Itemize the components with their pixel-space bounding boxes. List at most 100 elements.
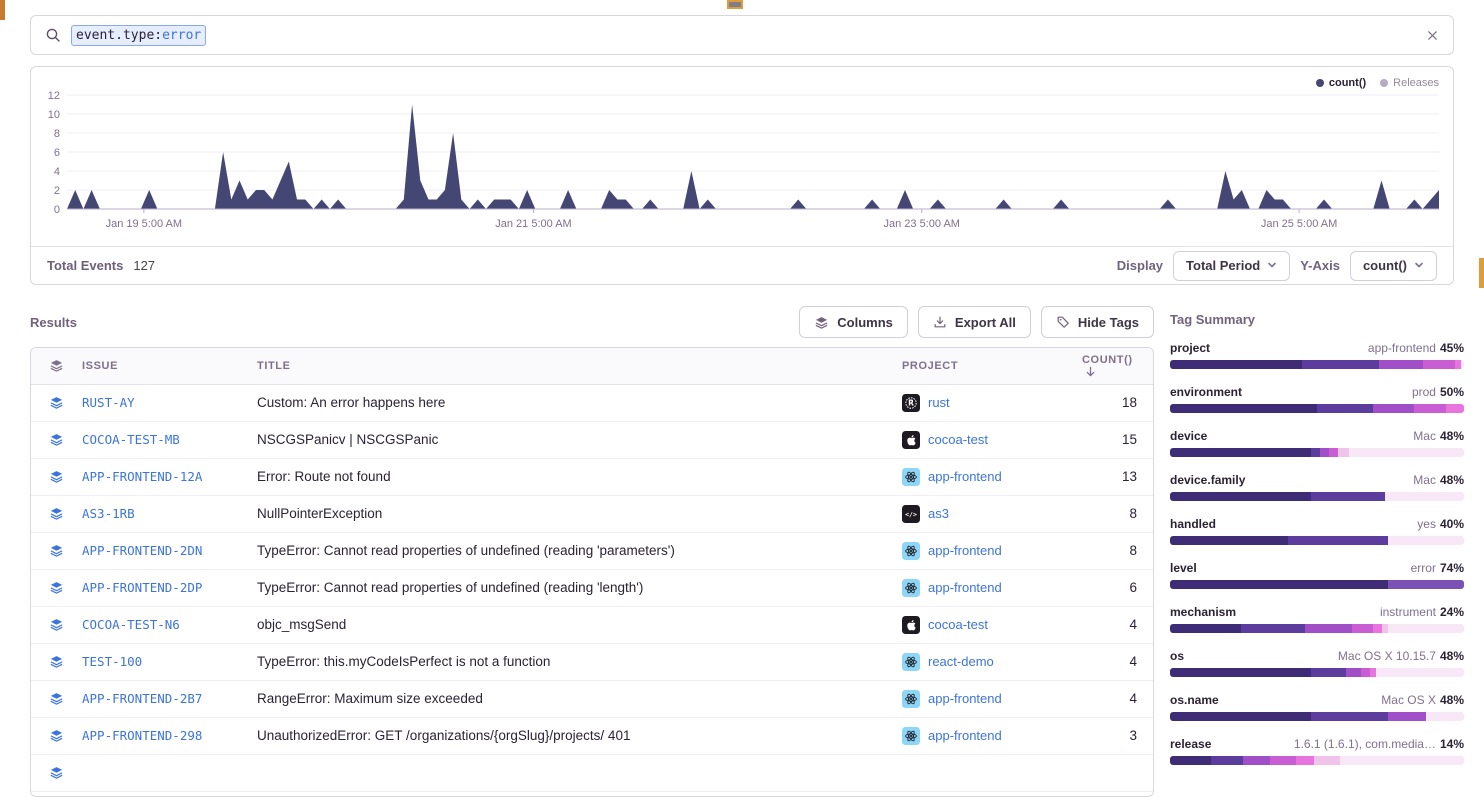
svg-text:</>: </> xyxy=(905,510,917,518)
platform-icon-react xyxy=(902,579,920,597)
clear-search-icon[interactable] xyxy=(1426,29,1439,42)
columns-button[interactable]: Columns xyxy=(799,306,908,338)
event-count: 4 xyxy=(1081,643,1154,680)
export-all-button[interactable]: Export All xyxy=(918,306,1031,338)
tag-distribution-bar[interactable] xyxy=(1170,448,1464,457)
tag-os: osMac OS X 10.15.748% xyxy=(1170,649,1464,677)
tag-distribution-bar[interactable] xyxy=(1170,624,1464,633)
column-header-project[interactable]: PROJECT xyxy=(901,348,1081,384)
project-link[interactable]: app-frontend xyxy=(928,691,1002,706)
table-row: APP-FRONTEND-2DPTypeError: Cannot read p… xyxy=(31,569,1154,606)
tag-top-value: app-frontend45% xyxy=(1368,341,1464,355)
event-count: 8 xyxy=(1081,495,1154,532)
results-table: ISSUE TITLE PROJECT COUNT() RUST-AYCusto… xyxy=(31,348,1154,792)
project-link[interactable]: cocoa-test xyxy=(928,432,988,447)
tag-distribution-bar[interactable] xyxy=(1170,404,1464,413)
tag-distribution-bar[interactable] xyxy=(1170,712,1464,721)
project-link[interactable]: rust xyxy=(928,395,950,410)
tag-key: device xyxy=(1170,429,1207,443)
project-link[interactable]: react-demo xyxy=(928,654,994,669)
svg-text:Jan 19 5:00 AM: Jan 19 5:00 AM xyxy=(106,218,182,230)
issue-stack-icon xyxy=(49,395,64,410)
column-header-title[interactable]: TITLE xyxy=(256,348,901,384)
count-series-dot xyxy=(1316,79,1324,87)
tag-top-value: Mac OS X 10.15.748% xyxy=(1338,649,1464,663)
issue-link[interactable]: APP-FRONTEND-2DP xyxy=(82,580,202,595)
tag-top-percent: 74% xyxy=(1440,561,1464,575)
events-over-time-chart[interactable]: 024681012Jan 19 5:00 AMJan 21 5:00 AMJan… xyxy=(39,87,1445,237)
svg-text:2: 2 xyxy=(54,185,60,197)
tag-distribution-bar[interactable] xyxy=(1170,756,1464,765)
issue-link[interactable]: TEST-100 xyxy=(82,654,142,669)
issue-stack-icon xyxy=(49,469,64,484)
yaxis-dropdown[interactable]: count() xyxy=(1350,251,1437,281)
table-row: APP-FRONTEND-12AError: Route not foundap… xyxy=(31,458,1154,495)
total-events-label: Total Events xyxy=(47,258,123,273)
tag-key: mechanism xyxy=(1170,605,1236,619)
hide-tags-button[interactable]: Hide Tags xyxy=(1041,306,1154,338)
tag-top-percent: 50% xyxy=(1440,385,1464,399)
issue-stack-icon xyxy=(49,728,64,743)
tag-top-value: error74% xyxy=(1411,561,1464,575)
tag-top-percent: 48% xyxy=(1440,649,1464,663)
download-icon xyxy=(933,315,947,329)
issue-stack-icon xyxy=(49,691,64,706)
search-query-token[interactable]: event.type:error xyxy=(71,25,206,46)
svg-text:12: 12 xyxy=(48,90,60,102)
tag-icon xyxy=(1056,315,1070,329)
issue-link[interactable]: APP-FRONTEND-2DN xyxy=(82,543,202,558)
issue-link[interactable]: APP-FRONTEND-2B7 xyxy=(82,691,202,706)
tag-distribution-bar[interactable] xyxy=(1170,360,1464,369)
column-header-count[interactable]: COUNT() xyxy=(1081,348,1154,384)
display-dropdown[interactable]: Total Period xyxy=(1173,251,1290,281)
project-link[interactable]: cocoa-test xyxy=(928,617,988,632)
issue-link[interactable]: APP-FRONTEND-298 xyxy=(82,728,202,743)
tag-distribution-bar[interactable] xyxy=(1170,492,1464,501)
search-bar[interactable]: event.type:error xyxy=(30,15,1454,55)
issue-link[interactable]: RUST-AY xyxy=(82,395,135,410)
project-link[interactable]: app-frontend xyxy=(928,580,1002,595)
tag-top-value: instrument24% xyxy=(1380,605,1464,619)
tag-key: device.family xyxy=(1170,473,1245,487)
event-count: 6 xyxy=(1081,569,1154,606)
project-link[interactable]: as3 xyxy=(928,506,949,521)
column-header-issue[interactable]: ISSUE xyxy=(81,348,256,384)
issue-link[interactable]: AS3-1RB xyxy=(82,506,135,521)
project-link[interactable]: app-frontend xyxy=(928,728,1002,743)
tag-top-value: prod50% xyxy=(1412,385,1464,399)
search-icon xyxy=(45,27,61,43)
svg-text:8: 8 xyxy=(54,128,60,140)
svg-text:Jan 23 5:00 AM: Jan 23 5:00 AM xyxy=(884,218,960,230)
tag-top-percent: 45% xyxy=(1440,341,1464,355)
tag-top-percent: 48% xyxy=(1440,693,1464,707)
platform-icon-react xyxy=(902,468,920,486)
issue-link[interactable]: APP-FRONTEND-12A xyxy=(82,469,202,484)
issue-icon-column-header xyxy=(31,348,81,384)
tag-environment: environmentprod50% xyxy=(1170,385,1464,413)
tag-top-value: Mac48% xyxy=(1413,473,1464,487)
platform-icon-react xyxy=(902,727,920,745)
svg-text:0: 0 xyxy=(54,204,60,216)
tag-distribution-bar[interactable] xyxy=(1170,580,1464,589)
total-events-value: 127 xyxy=(133,258,155,273)
table-row: AS3-1RBNullPointerException</>as38 xyxy=(31,495,1154,532)
issue-stack-icon xyxy=(49,580,64,595)
tag-distribution-bar[interactable] xyxy=(1170,536,1464,545)
tag-top-percent: 24% xyxy=(1440,605,1464,619)
tag-key: project xyxy=(1170,341,1210,355)
chart-controls: Display Total Period Y-Axis count() xyxy=(1117,251,1437,281)
svg-text:R: R xyxy=(908,398,914,407)
event-count: 15 xyxy=(1081,421,1154,458)
results-title: Results xyxy=(30,315,77,330)
platform-icon-rust: R xyxy=(902,394,920,412)
screenshot-handle-right xyxy=(1479,258,1484,288)
hide-tags-button-label: Hide Tags xyxy=(1078,315,1139,330)
event-count: 8 xyxy=(1081,532,1154,569)
project-link[interactable]: app-frontend xyxy=(928,469,1002,484)
project-link[interactable]: app-frontend xyxy=(928,543,1002,558)
tag-distribution-bar[interactable] xyxy=(1170,668,1464,677)
issue-link[interactable]: COCOA-TEST-MB xyxy=(82,432,180,447)
issue-title: NSCGSPanicv | NSCGSPanic xyxy=(257,432,438,447)
issue-link[interactable]: COCOA-TEST-N6 xyxy=(82,617,180,632)
table-row: APP-FRONTEND-298UnauthorizedError: GET /… xyxy=(31,717,1154,754)
